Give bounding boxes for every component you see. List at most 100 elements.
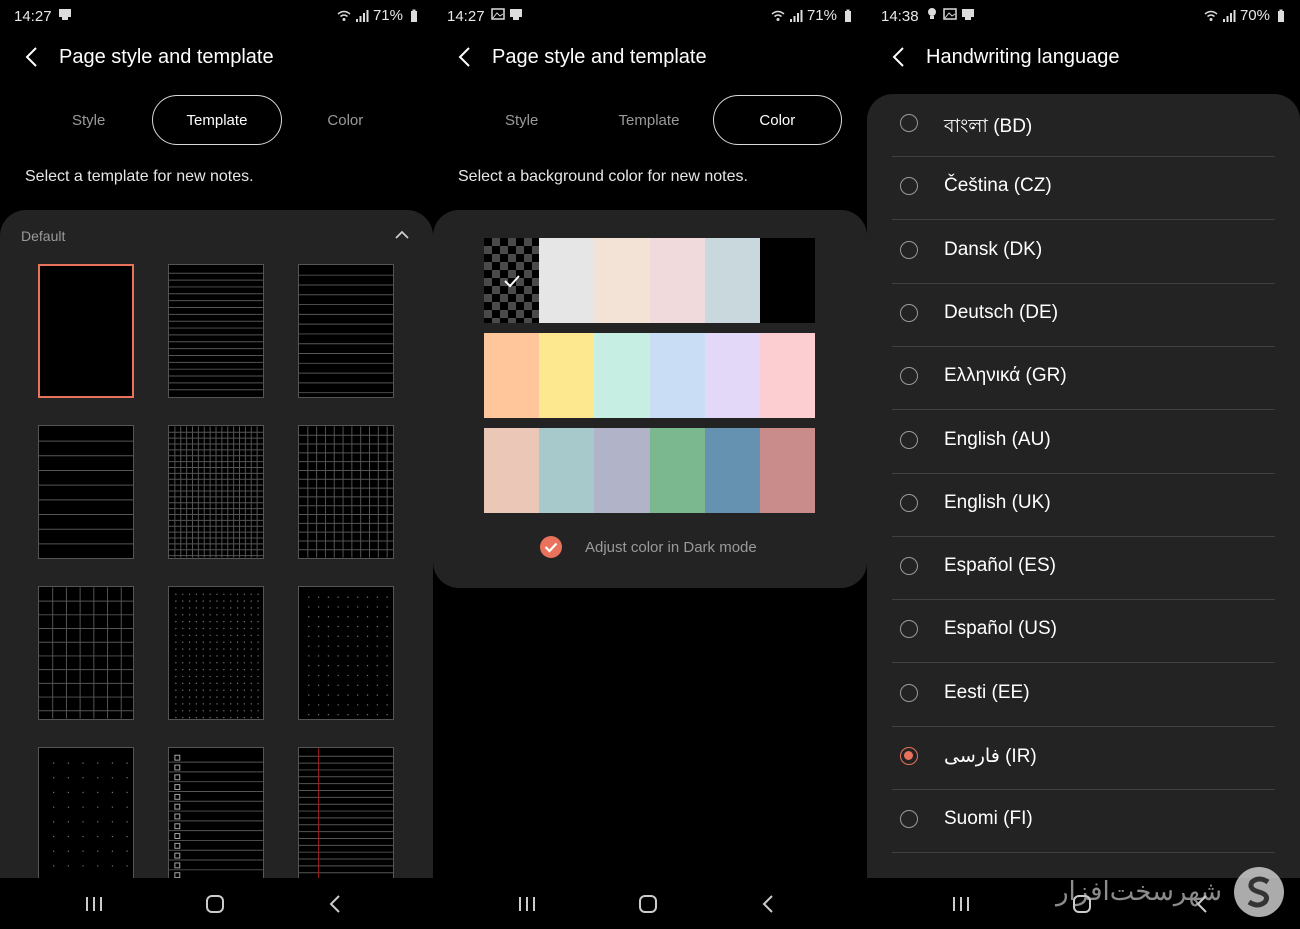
app-bar: Page style and template — [433, 36, 867, 80]
color-swatch[interactable] — [594, 428, 650, 513]
language-item[interactable]: Español (ES) — [892, 537, 1275, 601]
language-label: Español (US) — [944, 618, 1057, 640]
status-right: 70% — [1204, 7, 1288, 24]
color-swatch[interactable] — [539, 238, 595, 323]
color-panel: 14:27 71% Page style and template Style … — [433, 0, 867, 929]
color-swatch[interactable] — [594, 238, 650, 323]
color-swatch[interactable] — [594, 333, 650, 418]
language-label: فارسی (IR) — [944, 746, 1037, 767]
template-thumbnail-margin-lines[interactable] — [298, 747, 394, 881]
radio-unselected-icon[interactable] — [900, 810, 918, 829]
home-icon[interactable] — [636, 892, 660, 916]
template-thumbnail-small-grid[interactable] — [168, 425, 264, 559]
radio-unselected-icon[interactable] — [900, 367, 918, 386]
color-swatch-none[interactable] — [484, 238, 540, 323]
template-thumbnail-small-dots[interactable] — [168, 586, 264, 720]
color-swatch[interactable] — [759, 428, 816, 513]
radio-selected-icon[interactable] — [900, 747, 918, 765]
template-thumbnail-narrow-lines[interactable] — [168, 264, 264, 398]
radio-unselected-icon[interactable] — [900, 683, 918, 702]
back-arrow-icon[interactable] — [22, 46, 44, 68]
checkmark-icon — [503, 274, 520, 287]
language-item[interactable]: English (AU) — [892, 411, 1275, 474]
tab-template[interactable]: Template — [585, 95, 712, 145]
tab-template[interactable]: Template — [152, 95, 282, 145]
tab-bar: Style Template Color — [25, 95, 409, 145]
radio-unselected-icon[interactable] — [900, 240, 918, 259]
tab-color[interactable]: Color — [712, 95, 842, 145]
language-list: বাংলা (BD) Čeština (CZ) Dansk (DK) Deutsch … — [867, 94, 1300, 929]
radio-unselected-icon[interactable] — [900, 177, 918, 196]
template-thumbnail-large-grid[interactable] — [38, 586, 134, 720]
template-thumbnail-lines[interactable] — [298, 264, 394, 398]
adjust-dark-mode-toggle[interactable]: Adjust color in Dark mode — [539, 535, 757, 559]
recents-icon[interactable] — [949, 892, 973, 916]
language-item[interactable]: Eesti (EE) — [892, 664, 1275, 727]
back-arrow-icon[interactable] — [455, 46, 477, 68]
color-swatch[interactable] — [704, 428, 760, 513]
notification-icon — [962, 9, 974, 20]
language-item[interactable]: Dansk (DK) — [892, 221, 1275, 284]
back-arrow-icon[interactable] — [889, 46, 911, 68]
status-bar: 14:38 70% — [867, 0, 1300, 34]
radio-unselected-icon[interactable] — [900, 430, 918, 449]
color-swatch[interactable] — [539, 333, 595, 418]
color-swatch[interactable] — [759, 333, 816, 418]
color-swatch[interactable] — [704, 238, 760, 323]
nav-back-icon[interactable] — [1191, 892, 1215, 916]
template-thumbnail-large-dots[interactable] — [38, 747, 134, 881]
radio-unselected-icon[interactable] — [900, 620, 918, 639]
home-icon[interactable] — [203, 892, 227, 916]
color-swatch[interactable] — [649, 238, 705, 323]
template-sheet: Default — [0, 210, 433, 929]
wifi-icon — [771, 10, 785, 21]
section-header[interactable]: Default — [21, 228, 411, 244]
template-thumbnail-grid[interactable] — [298, 425, 394, 559]
template-grid — [38, 264, 394, 881]
template-thumbnail-dots[interactable] — [298, 586, 394, 720]
color-swatch[interactable] — [484, 333, 540, 418]
language-item[interactable]: Suomi (FI) — [892, 790, 1275, 854]
app-bar: Handwriting language — [867, 36, 1300, 80]
radio-unselected-icon[interactable] — [900, 557, 918, 576]
language-label: Deutsch (DE) — [944, 301, 1059, 323]
tab-color[interactable]: Color — [282, 95, 409, 145]
color-swatch[interactable] — [539, 428, 595, 513]
template-thumbnail-checklist[interactable] — [168, 747, 264, 881]
color-row — [484, 238, 816, 323]
recents-icon[interactable] — [515, 892, 539, 916]
language-item[interactable]: Ελληνικά (GR) — [892, 347, 1275, 411]
notification-icon — [59, 9, 71, 20]
nav-back-icon[interactable] — [324, 892, 348, 916]
radio-unselected-icon[interactable] — [900, 493, 918, 512]
template-thumbnail-wide-lines[interactable] — [38, 425, 134, 559]
notification-icons — [925, 7, 975, 21]
radio-unselected-icon[interactable] — [900, 114, 918, 132]
home-icon[interactable] — [1070, 892, 1094, 916]
color-swatch[interactable] — [759, 238, 816, 323]
tab-style[interactable]: Style — [25, 95, 152, 145]
battery-level: 71% — [806, 7, 837, 24]
language-item[interactable]: English (UK) — [892, 474, 1275, 537]
color-swatch[interactable] — [649, 428, 705, 513]
tab-style[interactable]: Style — [458, 95, 585, 145]
page-title: Handwriting language — [926, 46, 1120, 68]
language-item[interactable]: Español (US) — [892, 600, 1275, 664]
checkbox-checked-icon[interactable] — [539, 535, 563, 559]
color-swatch[interactable] — [484, 428, 540, 513]
color-swatch[interactable] — [704, 333, 760, 418]
color-swatch[interactable] — [649, 333, 705, 418]
color-description: Select a background color for new notes. — [458, 168, 748, 185]
language-label: Dansk (DK) — [944, 238, 1043, 260]
nav-bar — [0, 878, 433, 929]
recents-icon[interactable] — [82, 892, 106, 916]
language-item[interactable]: فارسی (IR) — [892, 727, 1275, 790]
language-item[interactable]: বাংলা (BD) — [892, 94, 1275, 157]
language-item[interactable]: Čeština (CZ) — [892, 157, 1275, 221]
battery-icon — [845, 9, 851, 22]
language-item[interactable]: Deutsch (DE) — [892, 284, 1275, 347]
radio-unselected-icon[interactable] — [900, 303, 918, 322]
template-thumbnail-blank[interactable] — [38, 264, 134, 398]
chevron-up-icon[interactable] — [393, 226, 411, 244]
nav-back-icon[interactable] — [757, 892, 781, 916]
